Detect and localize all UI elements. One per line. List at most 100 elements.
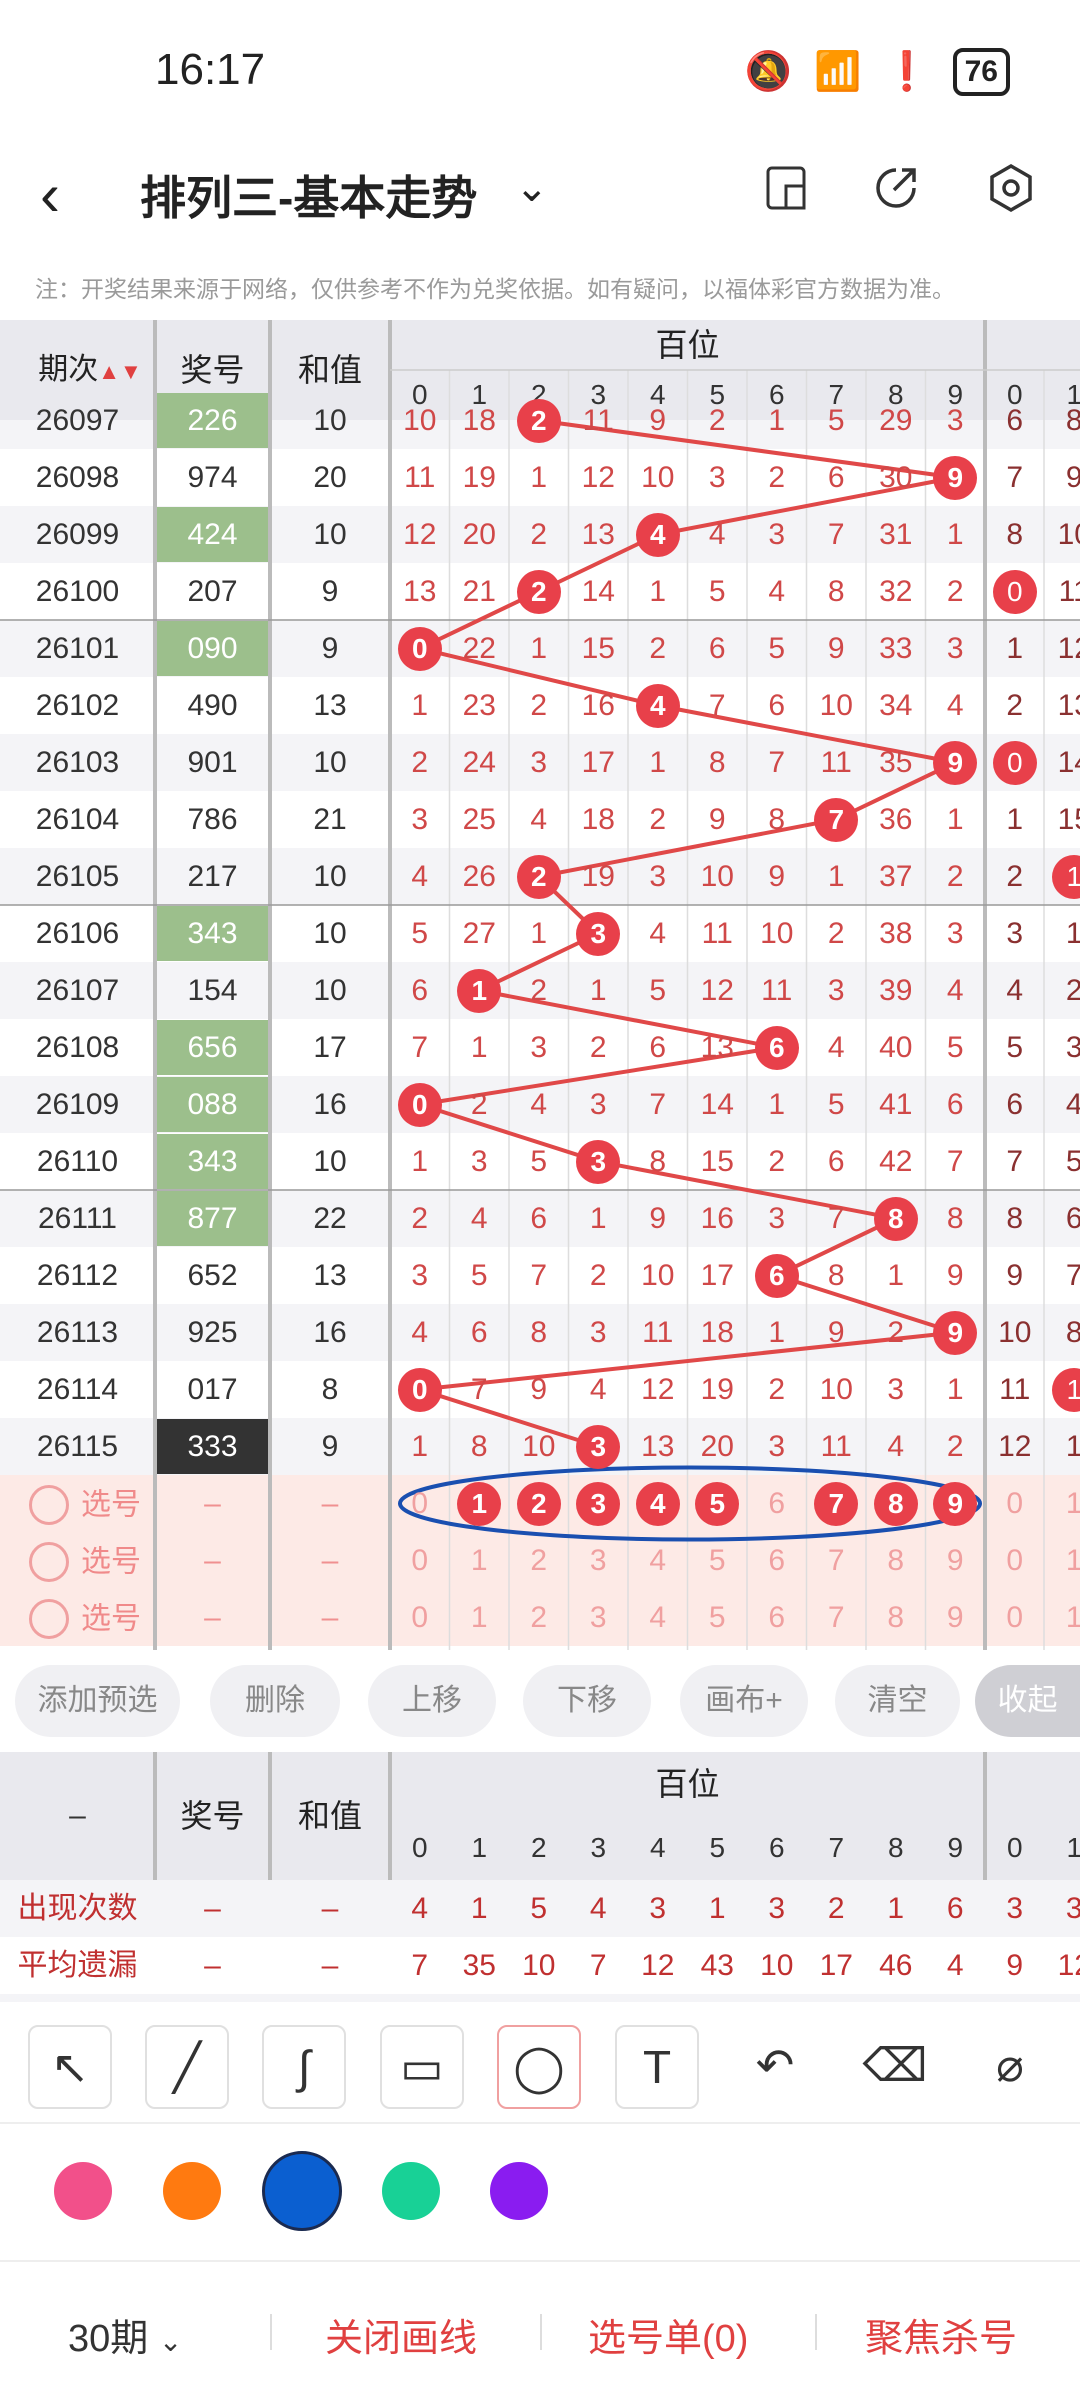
back-icon[interactable]: ‹ [40, 160, 60, 229]
pick-cell[interactable]: 0 [390, 1532, 450, 1589]
miss-cell: 41 [866, 1076, 926, 1133]
pick-cell[interactable]: 0 [390, 1589, 450, 1646]
text-icon[interactable]: T [615, 2025, 699, 2109]
phone-icon[interactable] [760, 162, 812, 214]
pick-dash: – [155, 1475, 270, 1532]
pick-cell[interactable]: 1 [1045, 1589, 1080, 1646]
picked-ball[interactable]: 2 [517, 1482, 561, 1526]
pick-cell[interactable]: 0 [985, 1532, 1045, 1589]
toolbar-button[interactable]: 添加预选 [15, 1665, 180, 1737]
close-drawing-button[interactable]: 关闭画线 [325, 2307, 477, 2362]
clear-icon[interactable]: ⌀ [970, 2025, 1050, 2105]
color-swatch[interactable] [262, 2151, 342, 2231]
toolbar-button[interactable]: 删除 [210, 1665, 340, 1737]
picked-ball[interactable]: 7 [814, 1482, 858, 1526]
radio-icon[interactable] [29, 1485, 69, 1525]
stats-label: 出现次数 [0, 1880, 155, 1937]
pick-cell[interactable]: 0 [390, 1475, 450, 1532]
pick-row-label[interactable]: 选号 [10, 1532, 160, 1589]
toolbar-button[interactable]: 下移 [523, 1665, 651, 1737]
settings-icon[interactable] [985, 162, 1037, 214]
radio-icon[interactable] [29, 1542, 69, 1582]
status-time: 16:17 [155, 45, 265, 95]
pick-cell[interactable]: 3 [569, 1532, 629, 1589]
eraser-icon[interactable]: ⌫ [855, 2025, 935, 2105]
pick-cell[interactable]: 4 [628, 1532, 688, 1589]
miss-cell: 3 [985, 905, 1045, 962]
line-icon[interactable]: ╱ [145, 2025, 229, 2109]
pick-cell[interactable]: 7 [807, 1589, 867, 1646]
pick-cell[interactable]: 2 [509, 1589, 569, 1646]
pick-cell[interactable]: 1 [1045, 1532, 1080, 1589]
pick-cell[interactable]: 4 [628, 1589, 688, 1646]
digit-header: 1 [1045, 1816, 1080, 1880]
pick-cell[interactable]: 6 [747, 1589, 807, 1646]
pick-cell[interactable]: 1 [450, 1589, 510, 1646]
radio-icon[interactable] [29, 1599, 69, 1639]
hit-ball: 7 [814, 798, 858, 842]
pick-cell[interactable]: 9 [926, 1589, 986, 1646]
pick-row-label[interactable]: 选号 [10, 1475, 160, 1532]
pick-cell[interactable]: 7 [807, 1532, 867, 1589]
color-swatch[interactable] [54, 2162, 112, 2220]
miss-cell: 21 [450, 563, 510, 620]
miss-cell: 1 [628, 734, 688, 791]
miss-cell: 11 [569, 392, 629, 449]
pick-cell[interactable]: 5 [688, 1532, 748, 1589]
color-swatch[interactable] [382, 2162, 440, 2220]
circle-icon[interactable]: ◯ [497, 2025, 581, 2109]
miss-cell: 6 [807, 449, 867, 506]
miss-cell: 1 [390, 1418, 450, 1475]
digit-header: 0 [390, 1816, 450, 1880]
miss-cell: 9 [926, 1247, 986, 1304]
toolbar-button[interactable]: 收起 [975, 1665, 1080, 1737]
picked-ball[interactable]: 4 [636, 1482, 680, 1526]
sum-cell: 10 [270, 848, 390, 905]
miss-cell: 4 [509, 1076, 569, 1133]
toolbar-button[interactable]: 上移 [368, 1665, 496, 1737]
picked-ball[interactable]: 9 [933, 1482, 977, 1526]
number-cell: 207 [157, 564, 268, 619]
undo-icon[interactable]: ↶ [735, 2025, 815, 2105]
miss-cell: 8 [985, 506, 1045, 563]
sum-cell: 10 [270, 392, 390, 449]
pick-cell[interactable]: 3 [569, 1589, 629, 1646]
picked-ball[interactable]: 5 [695, 1482, 739, 1526]
rectangle-icon[interactable]: ▭ [380, 2025, 464, 2109]
stats-cell: 12 [985, 1994, 1045, 2002]
pick-cell[interactable]: 1 [1045, 1475, 1080, 1532]
pick-cell[interactable]: 0 [985, 1589, 1045, 1646]
toolbar-button[interactable]: 清空 [835, 1665, 960, 1737]
color-swatch[interactable] [490, 2162, 548, 2220]
digit-header: 1 [450, 1816, 510, 1880]
share-icon[interactable] [870, 162, 922, 214]
miss-cell: 7 [807, 1190, 867, 1247]
chevron-down-icon[interactable]: ⌄ [515, 165, 549, 211]
color-swatch[interactable] [163, 2162, 221, 2220]
period-cell: 26101 [0, 620, 155, 677]
picked-ball[interactable]: 1 [457, 1482, 501, 1526]
pick-cell[interactable]: 0 [985, 1475, 1045, 1532]
pick-cell[interactable]: 8 [866, 1589, 926, 1646]
picked-ball[interactable]: 3 [576, 1482, 620, 1526]
pick-dash: – [270, 1589, 390, 1646]
pick-row-label[interactable]: 选号 [10, 1589, 160, 1646]
pick-cell[interactable]: 9 [926, 1532, 986, 1589]
pick-cell[interactable]: 2 [509, 1532, 569, 1589]
pick-cell[interactable]: 5 [688, 1589, 748, 1646]
pick-cell[interactable]: 8 [866, 1532, 926, 1589]
curve-icon[interactable]: ∫ [262, 2025, 346, 2109]
pick-cell[interactable]: 6 [747, 1532, 807, 1589]
stats-cell: 42 [866, 1994, 926, 2002]
arrow-icon[interactable]: ↖ [28, 2025, 112, 2109]
status-icons: 🔕 📶 ❗ 76 [745, 48, 1010, 96]
pick-list-button[interactable]: 选号单(0) [588, 2307, 748, 2362]
miss-cell: 1 [1045, 905, 1080, 962]
pick-cell[interactable]: 1 [450, 1532, 510, 1589]
toolbar-button[interactable]: 画布+ [680, 1665, 808, 1737]
digit-header: 2 [509, 1816, 569, 1880]
period-select[interactable]: 30期 ⌄ [68, 2307, 182, 2362]
picked-ball[interactable]: 8 [874, 1482, 918, 1526]
focus-kill-button[interactable]: 聚焦杀号 [865, 2307, 1017, 2362]
pick-cell[interactable]: 6 [747, 1475, 807, 1532]
